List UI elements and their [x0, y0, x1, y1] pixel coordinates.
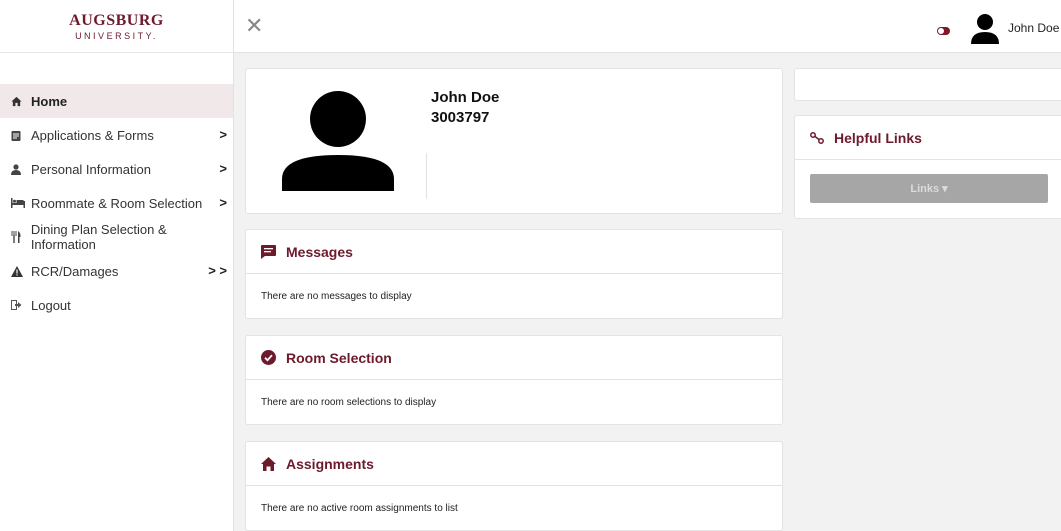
- sidebar-item-applications-forms[interactable]: Applications & Forms >: [0, 118, 233, 152]
- logout-icon: [11, 300, 27, 310]
- sidebar-item-label: Dining Plan Selection & Information: [30, 222, 167, 252]
- sidebar-item-label: Home: [31, 93, 68, 109]
- sidebar-item-label: Roommate & Room Selection: [31, 195, 203, 211]
- messages-title: Messages: [286, 243, 353, 260]
- helpful-links-header: Helpful Links: [795, 116, 1061, 160]
- sidebar-item-dining-plan[interactable]: Dining Plan Selection & Information: [0, 220, 233, 254]
- sidebar-item-label: RCR/Damages: [31, 263, 119, 279]
- home-icon: [261, 456, 276, 471]
- sidebar-item-home[interactable]: Home: [0, 84, 233, 118]
- warning-icon: [11, 265, 27, 277]
- room-selection-title: Room Selection: [286, 349, 392, 366]
- assignments-title: Assignments: [286, 455, 374, 472]
- clipboard-icon: [11, 130, 27, 141]
- link-icon: [810, 131, 824, 144]
- bed-icon: [11, 198, 27, 208]
- room-selection-body: There are no room selections to display: [261, 396, 437, 408]
- theme-toggle[interactable]: [937, 27, 950, 35]
- profile-name: John Doe: [431, 89, 500, 106]
- divider: [426, 153, 427, 199]
- chevron-right-icon: >: [219, 127, 227, 142]
- sidebar-item-logout[interactable]: Logout: [0, 288, 233, 322]
- helpful-links-panel: Helpful Links Links ▾: [794, 115, 1061, 219]
- logo-line2: UNIVERSITY.: [75, 30, 158, 41]
- university-logo[interactable]: AUGSBURG UNIVERSITY.: [0, 0, 233, 53]
- check-circle-icon: [261, 350, 276, 365]
- sidebar-item-rcr-damages[interactable]: RCR/Damages > >: [0, 254, 233, 288]
- sidebar: AUGSBURG UNIVERSITY. Home Applications &…: [0, 0, 234, 531]
- profile-card: John Doe 3003797: [245, 68, 783, 214]
- sidebar-nav: Home Applications & Forms > Personal Inf…: [0, 84, 233, 322]
- sidebar-item-roommate-room-selection[interactable]: Roommate & Room Selection >: [0, 186, 233, 220]
- logo-line1: AUGSBURG: [69, 11, 164, 29]
- chevron-right-icon: > >: [208, 263, 227, 278]
- home-icon: [11, 96, 27, 107]
- chevron-right-icon: >: [219, 195, 227, 210]
- messages-panel: Messages There are no messages to displa…: [245, 229, 783, 319]
- messages-body: There are no messages to display: [261, 290, 412, 302]
- assignments-header: Assignments: [246, 442, 782, 486]
- top-bar: ✕ John Doe: [234, 0, 1061, 53]
- message-icon: [261, 244, 276, 259]
- utensils-icon: [11, 231, 27, 243]
- assignments-panel: Assignments There are no active room ass…: [245, 441, 783, 531]
- assignments-body: There are no active room assignments to …: [261, 502, 458, 514]
- sidebar-item-label: Applications & Forms: [31, 127, 154, 143]
- sidebar-item-label: Logout: [31, 297, 71, 313]
- sidebar-item-personal-information[interactable]: Personal Information >: [0, 152, 233, 186]
- links-dropdown-button[interactable]: Links ▾: [810, 174, 1048, 203]
- close-icon[interactable]: ✕: [245, 14, 263, 39]
- user-icon: [11, 163, 27, 175]
- profile-avatar-icon: [282, 91, 394, 196]
- profile-student-id: 3003797: [431, 109, 490, 126]
- sidebar-item-label: Personal Information: [31, 161, 151, 177]
- helpful-links-title: Helpful Links: [834, 129, 922, 146]
- user-avatar-icon[interactable]: [969, 12, 1001, 44]
- right-top-card: [794, 68, 1061, 101]
- user-name[interactable]: John Doe: [1008, 21, 1059, 35]
- room-selection-header: Room Selection: [246, 336, 782, 380]
- messages-header: Messages: [246, 230, 782, 274]
- chevron-right-icon: >: [219, 161, 227, 176]
- room-selection-panel: Room Selection There are no room selecti…: [245, 335, 783, 425]
